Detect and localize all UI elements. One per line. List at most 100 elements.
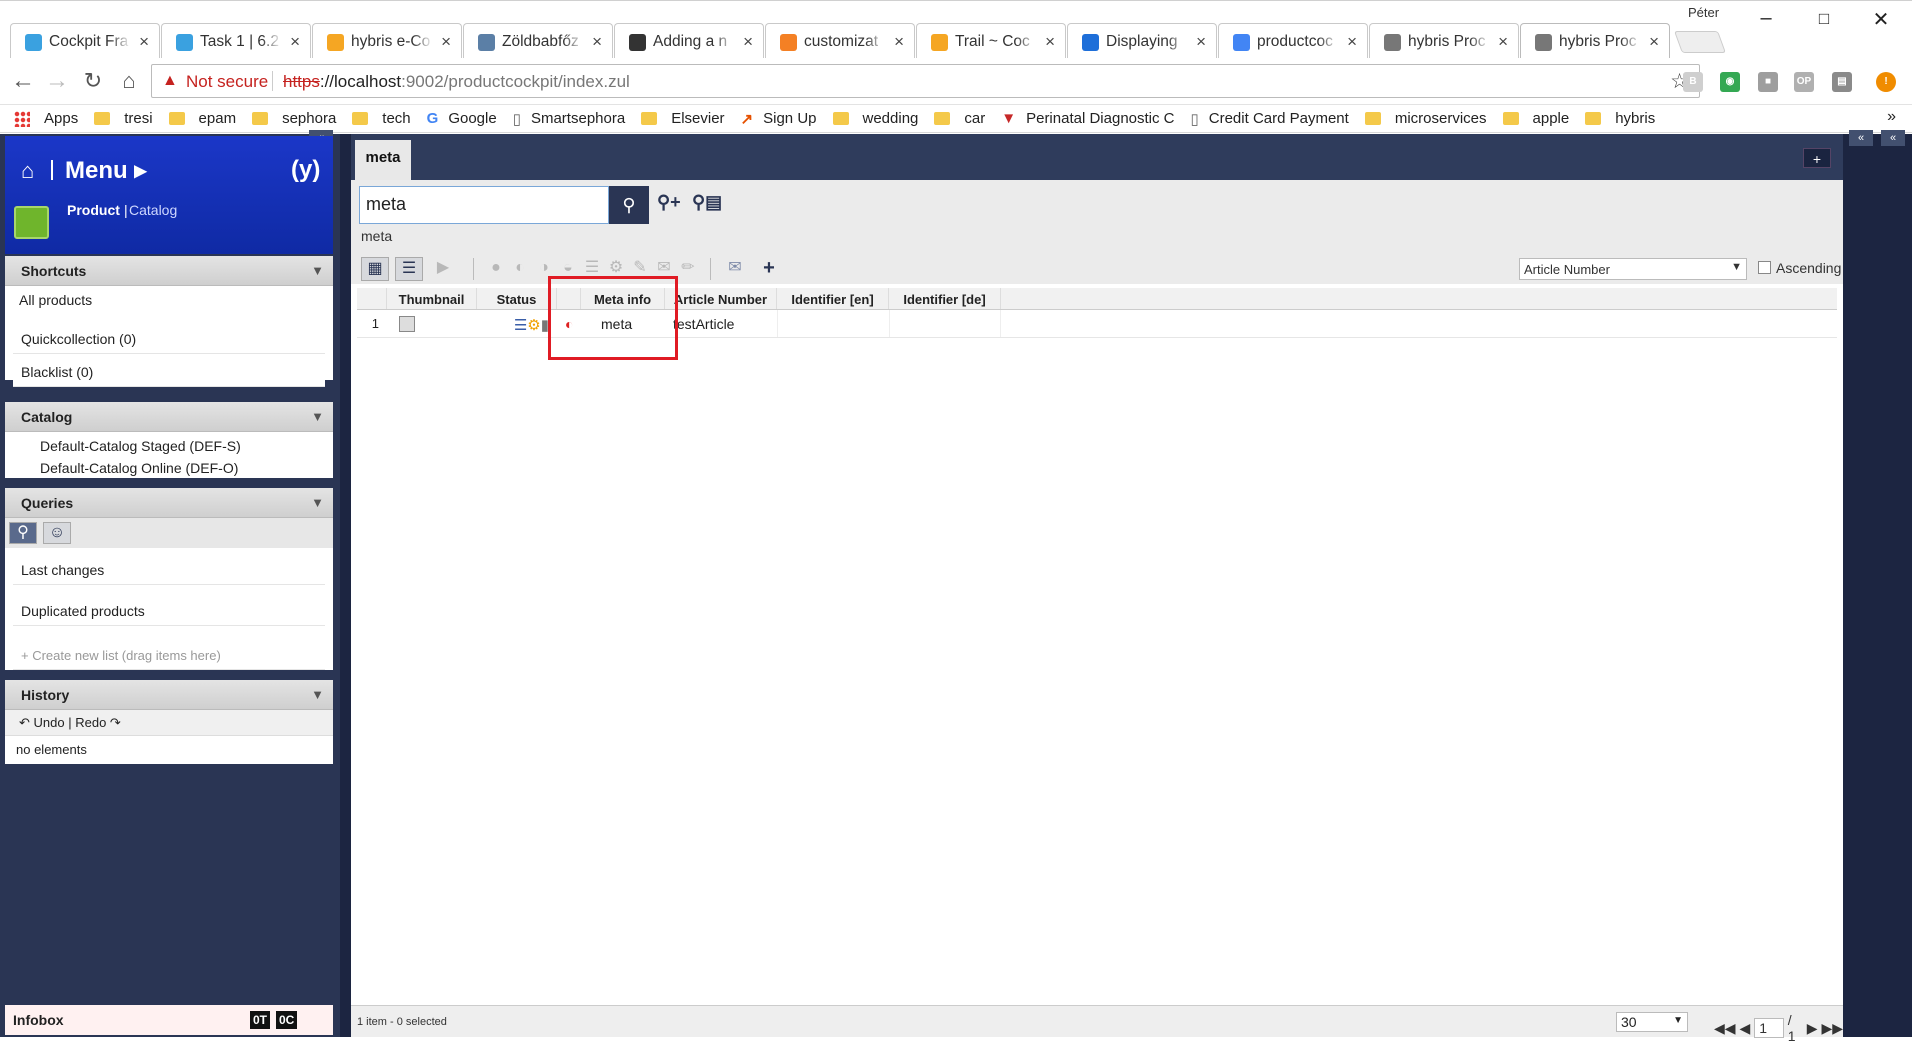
catalog-header[interactable]: Catalog ▼ <box>5 402 333 432</box>
bookmark-item[interactable]: microservices <box>1364 110 1487 127</box>
browser-tab[interactable]: hybris Proc × <box>1520 23 1670 59</box>
extension-chart-icon[interactable]: ▤ <box>1832 72 1852 92</box>
col-identifier-de[interactable]: Identifier [de] <box>889 288 1001 309</box>
grid-view-icon[interactable]: ▦ <box>361 257 389 281</box>
close-window-icon[interactable]: ✕ <box>1866 7 1896 33</box>
edit-icon[interactable]: ✏ <box>676 257 700 281</box>
browser-tab[interactable]: Displaying × <box>1067 23 1217 59</box>
approval-icon[interactable]: ☰ <box>514 317 527 334</box>
comment-icon[interactable]: ✉ <box>721 257 749 281</box>
col-thumbnail[interactable]: Thumbnail <box>387 288 477 309</box>
reload-icon[interactable]: ↻ <box>78 66 108 96</box>
home-icon[interactable]: ⌂ <box>114 66 144 96</box>
identifier-de-cell[interactable] <box>889 310 1001 337</box>
collapse-triangle-icon[interactable]: ▼ <box>311 687 324 702</box>
query-last-changes[interactable]: Last changes <box>13 556 325 585</box>
close-tab-icon[interactable]: × <box>1347 24 1357 59</box>
browser-tab[interactable]: hybris e-Co × <box>312 23 462 59</box>
bookmark-item[interactable]: ▼ Perinatal Diagnostic C <box>1001 110 1174 127</box>
bookmark-item[interactable]: ▯ Smartsephora <box>513 110 625 128</box>
home-icon[interactable]: ⌂ <box>21 158 34 184</box>
extension-maps-icon[interactable]: ◉ <box>1720 72 1740 92</box>
bookmark-item[interactable]: wedding <box>832 110 918 127</box>
col-status[interactable]: Status <box>477 288 557 309</box>
catalog-item-online[interactable]: Default-Catalog Online (DEF-O) <box>5 457 333 479</box>
infobox[interactable]: Infobox 0T 0C <box>5 1005 333 1035</box>
address-bar[interactable]: ▲ Not secure https://localhost:9002/prod… <box>151 64 1700 98</box>
bookmark-item[interactable]: apple <box>1502 110 1569 127</box>
close-tab-icon[interactable]: × <box>441 24 451 59</box>
bookmark-item[interactable]: Elsevier <box>641 110 725 127</box>
bookmark-item[interactable]: Apps <box>14 110 78 127</box>
more-bookmarks-icon[interactable]: » <box>1887 108 1896 126</box>
sync-status-icon[interactable]: ⚙ <box>527 317 540 334</box>
sort-field-select[interactable]: Article Number ▼ <box>1519 258 1747 280</box>
browser-tab[interactable]: hybris Proc × <box>1369 23 1519 59</box>
browser-tab[interactable]: Zöldbabfőz × <box>463 23 613 59</box>
bookmark-item[interactable]: ↗ Sign Up <box>741 110 817 128</box>
undo-button[interactable]: Undo <box>34 715 65 730</box>
tab-meta[interactable]: meta <box>355 140 411 180</box>
perspective-catalog[interactable]: Catalog <box>129 202 177 218</box>
close-tab-icon[interactable]: × <box>1498 24 1508 59</box>
search-input[interactable]: meta <box>359 186 609 224</box>
redo-button[interactable]: Redo <box>75 715 106 730</box>
last-page-icon[interactable]: ▶▶ <box>1821 1020 1843 1037</box>
close-tab-icon[interactable]: × <box>592 24 602 59</box>
close-tab-icon[interactable]: × <box>139 24 149 59</box>
close-tab-icon[interactable]: × <box>743 24 753 59</box>
query-search-icon[interactable]: ⚲ <box>9 522 37 544</box>
col-identifier-en[interactable]: Identifier [en] <box>777 288 889 309</box>
next-page-icon[interactable]: ▶ <box>1807 1020 1818 1037</box>
extension-b-icon[interactable]: B <box>1683 72 1703 92</box>
shortcut-all-products[interactable]: All products <box>5 286 333 313</box>
ascending-checkbox[interactable]: Ascending <box>1758 260 1841 276</box>
browser-tab[interactable]: Task 1 | 6.2 × <box>161 23 311 59</box>
minimize-icon[interactable]: – <box>1751 7 1781 33</box>
menu-button[interactable]: Menu ▸ <box>65 156 146 185</box>
browser-tab[interactable]: Trail ~ Coc × <box>916 23 1066 59</box>
bookmark-item[interactable]: ▯ Credit Card Payment <box>1191 110 1349 128</box>
perspective-product[interactable]: Product <box>67 202 120 218</box>
bookmark-item[interactable]: tresi <box>94 110 153 127</box>
shortcut-blacklist[interactable]: Blacklist (0) <box>13 358 325 387</box>
collapse-triangle-icon[interactable]: ▼ <box>311 263 324 278</box>
checkbox-box[interactable] <box>1758 261 1771 274</box>
saved-search-icon[interactable]: ⚲▤ <box>692 192 722 213</box>
bookmark-item[interactable]: car <box>934 110 985 127</box>
query-user-icon[interactable]: ☺ <box>43 522 71 544</box>
browser-tab[interactable]: productcoc × <box>1218 23 1368 59</box>
browser-tab[interactable]: customizat × <box>765 23 915 59</box>
collapse-right-icon[interactable]: « <box>1849 130 1873 146</box>
add-item-icon[interactable]: + <box>755 257 783 281</box>
close-tab-icon[interactable]: × <box>1045 24 1055 59</box>
bookmark-item[interactable]: tech <box>352 110 411 127</box>
not-secure-label[interactable]: Not secure <box>186 72 268 92</box>
page-size-select[interactable]: 30 ▼ <box>1616 1012 1688 1032</box>
bookmark-item[interactable]: hybris <box>1585 110 1655 127</box>
compare-view-icon[interactable]: ▶ <box>429 257 457 281</box>
advanced-search-icon[interactable]: ⚲+ <box>657 192 681 213</box>
history-header[interactable]: History ▼ <box>5 680 333 710</box>
col-article-number[interactable]: Article Number <box>665 288 777 309</box>
catalog-item-staged[interactable]: Default-Catalog Staged (DEF-S) <box>5 432 333 457</box>
extension-op-icon[interactable]: OP <box>1794 72 1814 92</box>
bookmark-item[interactable]: sephora <box>252 110 336 127</box>
shortcuts-header[interactable]: Shortcuts ▼ <box>5 256 333 286</box>
shortcut-quickcollection[interactable]: Quickcollection (0) <box>13 325 325 354</box>
maximize-icon[interactable]: □ <box>1809 9 1839 35</box>
collapse-right-2-icon[interactable]: « <box>1881 130 1905 146</box>
browser-tab[interactable]: Adding a n × <box>614 23 764 59</box>
back-icon[interactable]: ← <box>8 66 38 96</box>
new-browser-tab-button[interactable]: + <box>1803 148 1831 168</box>
collapse-triangle-icon[interactable]: ▼ <box>311 409 324 424</box>
forward-icon[interactable]: → <box>42 66 72 96</box>
create-new-list-dropzone[interactable]: + Create new list (drag items here) <box>13 642 325 670</box>
profile-name[interactable]: Péter <box>1688 5 1719 20</box>
browser-tab[interactable]: Cockpit Fra × <box>10 23 160 59</box>
close-tab-icon[interactable]: × <box>894 24 904 59</box>
article-number-cell[interactable]: testArticle <box>665 310 777 337</box>
bookmark-item[interactable]: epam <box>168 110 236 127</box>
redo-icon[interactable]: ↷ <box>110 715 121 730</box>
action-1-icon[interactable]: ● <box>484 257 508 281</box>
